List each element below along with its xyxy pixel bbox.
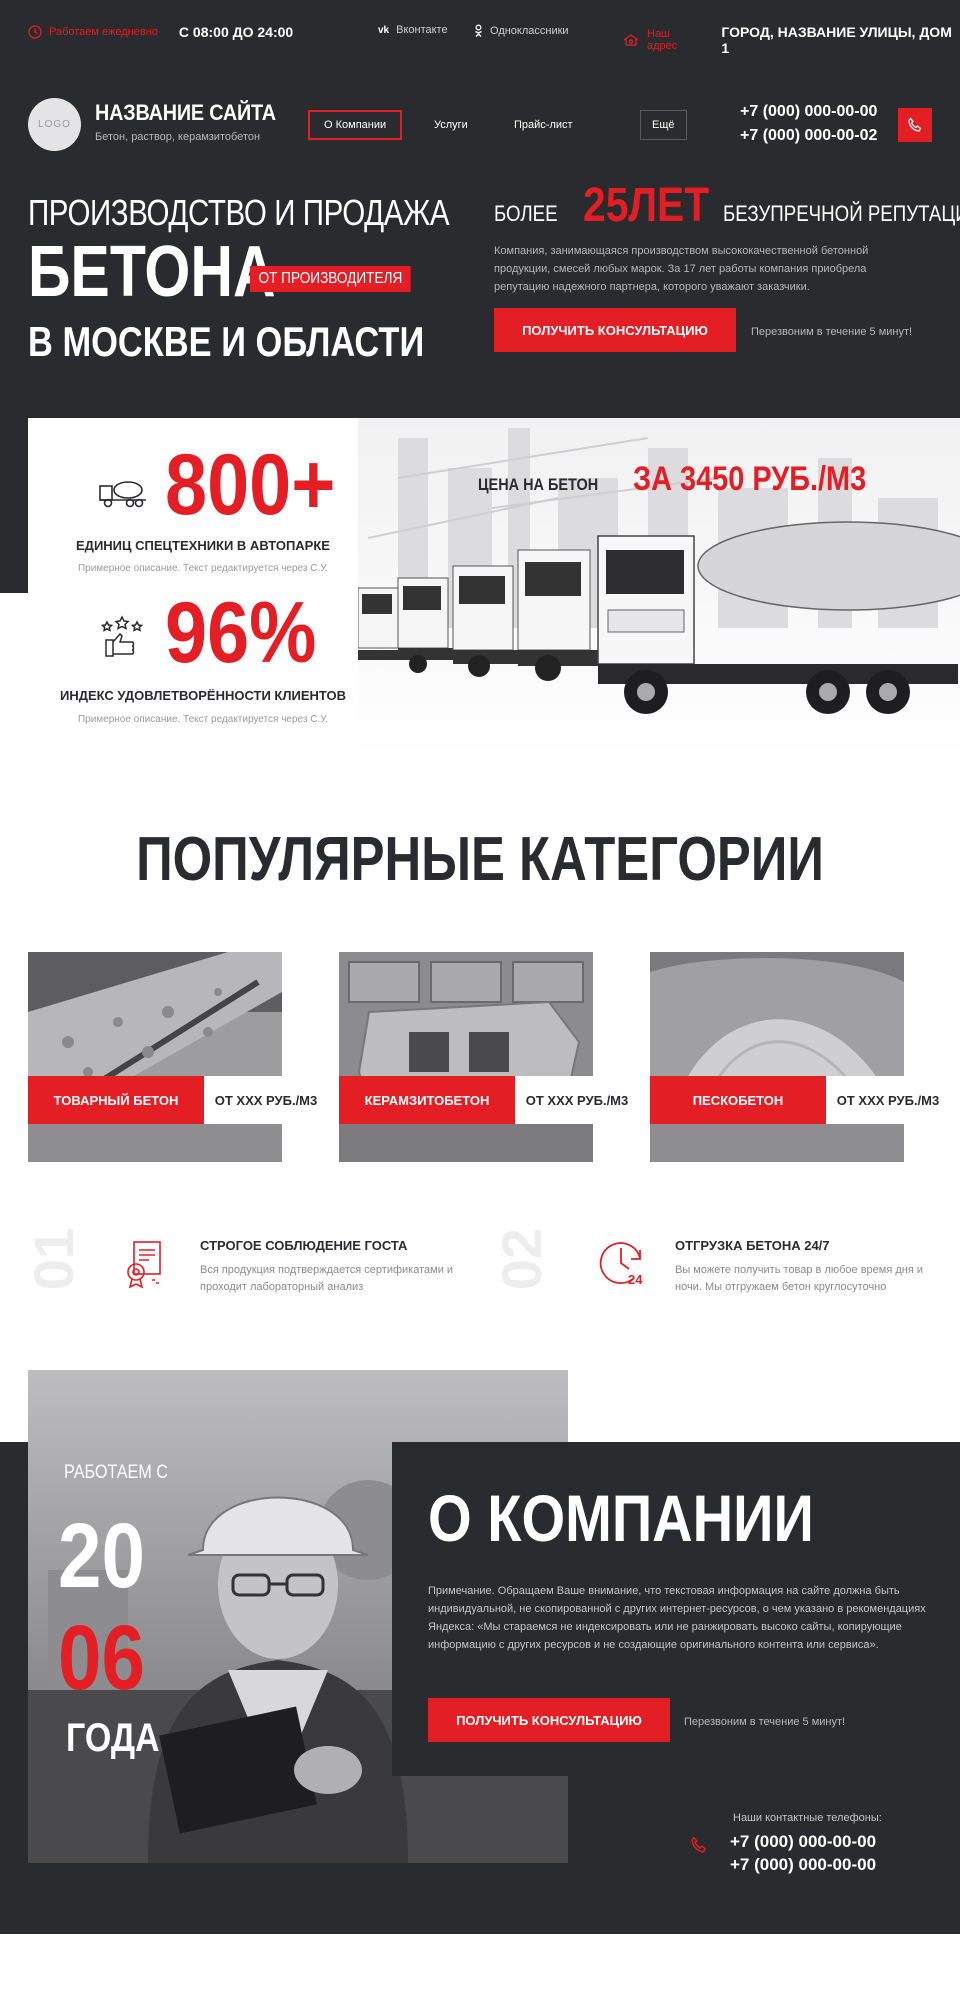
- stat-fleet-value: 800+: [165, 437, 336, 533]
- feature-number-2: 02: [490, 1228, 553, 1291]
- category-card-claydite[interactable]: КЕРАМЗИТОБЕТОН ОТ XXX РУБ./М3: [339, 952, 639, 1162]
- category-name-claydite: КЕРАМЗИТОБЕТОН: [339, 1076, 515, 1124]
- ok-label: Одноклассники: [490, 24, 569, 37]
- category-card-sand-concrete[interactable]: ПЕСКОБЕТОН ОТ XXX РУБ./М3: [650, 952, 950, 1162]
- category-image-sand-concrete: [650, 952, 904, 1162]
- clock-icon: [28, 25, 42, 39]
- concrete-price-label: ЦЕНА НА БЕТОН: [478, 475, 599, 494]
- about-callback-note: Перезвоним в течение 5 минут!: [684, 1716, 846, 1728]
- work-hours-label: Работаем ежедневно: [49, 26, 158, 38]
- address: Наш адрес ГОРОД, НАЗВАНИЕ УЛИЦЫ, ДОМ 1: [622, 24, 960, 56]
- nav-more[interactable]: Ещё: [640, 110, 687, 140]
- stat-satisfaction-desc: Примерное описание. Текст редактируется …: [77, 714, 329, 725]
- vk-link[interactable]: vk Вконтакте: [378, 24, 448, 36]
- stat-satisfaction-value: 96%: [165, 585, 317, 681]
- phone-icon: [907, 117, 923, 133]
- concrete-price-value: ЗА 3450 РУБ./М3: [633, 460, 867, 498]
- hero-title-line-3: В МОСКВЕ И ОБЛАСТИ: [28, 318, 425, 365]
- address-label: Наш адрес: [647, 28, 678, 52]
- nav-services[interactable]: Услуги: [420, 110, 482, 140]
- dark-accent-tab: [0, 418, 28, 593]
- experience-years: 25ЛЕТ: [582, 179, 709, 232]
- category-price-ready-mix: ОТ XXX РУБ./М3: [204, 1076, 328, 1124]
- logo[interactable]: LOGO: [28, 98, 81, 151]
- since-year-bottom: 06: [58, 1607, 145, 1709]
- hero-badge: ОТ ПРОИЗВОДИТЕЛЯ: [250, 266, 411, 292]
- header-phones: +7 (000) 000-00-00 +7 (000) 000-00-02: [740, 100, 877, 148]
- hero-title-line-1: ПРОИЗВОДСТВО И ПРОДАЖА: [28, 192, 450, 233]
- site-description: Бетон, раствор, керамзитобетон: [95, 131, 261, 143]
- category-image-ready-mix: [28, 952, 282, 1162]
- concrete-mixer-icon: [98, 476, 148, 508]
- category-name-ready-mix: ТОВАРНЫЙ БЕТОН: [28, 1076, 204, 1124]
- certificate-icon: [120, 1238, 172, 1290]
- stat-fleet-label: ЕДИНИЦ СПЕЦТЕХНИКИ В АВТОПАРКЕ: [76, 538, 330, 553]
- header-phone-1[interactable]: +7 (000) 000-00-00: [740, 100, 877, 124]
- ok-link[interactable]: Одноклассники: [474, 24, 569, 37]
- svg-text:24: 24: [628, 1272, 643, 1287]
- contacts-phones: +7 (000) 000-00-00 +7 (000) 000-00-00: [730, 1830, 876, 1876]
- concrete-price: ЦЕНА НА БЕТОН ЗА 3450 РУБ./М3: [478, 460, 908, 499]
- vk-icon: vk: [378, 24, 390, 36]
- work-hours-value: С 08:00 ДО 24:00: [178, 24, 294, 40]
- stat-satisfaction-label: ИНДЕКС УДОВЛЕТВОРЁННОСТИ КЛИЕНТОВ: [60, 688, 346, 703]
- contacts-phone-2[interactable]: +7 (000) 000-00-00: [730, 1853, 876, 1876]
- feature-title-1: СТРОГОЕ СОБЛЮДЕНИЕ ГОСТА: [200, 1238, 408, 1253]
- feature-desc-2: Вы можете получить товар в любое время д…: [675, 1264, 924, 1293]
- header-phone-2[interactable]: +7 (000) 000-00-02: [740, 124, 877, 148]
- callback-button[interactable]: [898, 108, 932, 142]
- experience-description: Компания, занимающаяся производством выс…: [494, 245, 869, 293]
- hero-title-line-2: БЕТОНА: [28, 232, 276, 312]
- location-icon: [622, 33, 640, 47]
- about-consult-button[interactable]: ПОЛУЧИТЬ КОНСУЛЬТАЦИЮ: [428, 1698, 670, 1742]
- hero-callback-note: Перезвоним в течение 5 минут!: [751, 326, 913, 338]
- feature-title-2: ОТГРУЗКА БЕТОНА 24/7: [675, 1238, 830, 1253]
- experience-suffix: БЕЗУПРЕЧНОЙ РЕПУТАЦИИ: [723, 201, 960, 226]
- hero-consult-button[interactable]: ПОЛУЧИТЬ КОНСУЛЬТАЦИЮ: [494, 308, 736, 352]
- category-price-claydite: ОТ XXX РУБ./М3: [515, 1076, 639, 1124]
- category-name-sand-concrete: ПЕСКОБЕТОН: [650, 1076, 826, 1124]
- ok-icon: [474, 24, 483, 37]
- experience-prefix: БОЛЕЕ: [494, 201, 558, 226]
- stats-section: 800+ ЕДИНИЦ СПЕЦТЕХНИКИ В АВТОПАРКЕ Прим…: [28, 418, 960, 758]
- site-name[interactable]: НАЗВАНИЕ САЙТА: [95, 100, 276, 126]
- work-hours: Работаем ежедневно С 08:00 ДО 24:00: [28, 24, 293, 40]
- vk-label: Вконтакте: [396, 24, 448, 36]
- address-value: ГОРОД, НАЗВАНИЕ УЛИЦЫ, ДОМ 1: [721, 24, 952, 56]
- category-card-ready-mix[interactable]: ТОВАРНЫЙ БЕТОН ОТ XXX РУБ./М3: [28, 952, 328, 1162]
- category-price-sand-concrete: ОТ XXX РУБ./М3: [826, 1076, 950, 1124]
- about-text: Примечание. Обращаем Ваше внимание, что …: [428, 1585, 926, 1651]
- since-year-top: 20: [58, 1505, 145, 1607]
- contacts-phone-1[interactable]: +7 (000) 000-00-00: [730, 1830, 876, 1853]
- feature-number-1: 01: [22, 1228, 85, 1291]
- nav-about[interactable]: О Компании: [308, 110, 403, 140]
- stat-fleet-desc: Примерное описание. Текст редактируется …: [77, 563, 329, 574]
- site-header: LOGO НАЗВАНИЕ САЙТА Бетон, раствор, кера…: [0, 94, 960, 158]
- phone-icon: [690, 1836, 708, 1854]
- feature-desc-1: Вся продукция подтверждается сертификата…: [200, 1264, 454, 1293]
- since-label: РАБОТАЕМ С: [64, 1462, 168, 1483]
- about-title: О КОМПАНИИ: [428, 1481, 814, 1555]
- category-image-claydite: [339, 952, 593, 1162]
- categories-title: ПОПУЛЯРНЫЕ КАТЕГОРИИ: [136, 825, 824, 894]
- nav-price-list[interactable]: Прайс-лист: [500, 110, 587, 140]
- rating-thumb-icon: [96, 614, 148, 660]
- topbar: Работаем ежедневно С 08:00 ДО 24:00 vk В…: [0, 0, 960, 66]
- since-suffix: ГОДА: [66, 1716, 160, 1760]
- clock-24-icon: 24: [594, 1236, 648, 1290]
- experience-headline: БОЛЕЕ 25ЛЕТ БЕЗУПРЕЧНОЙ РЕПУТАЦИИ: [494, 178, 960, 233]
- contacts-label: Наши контактные телефоны:: [733, 1812, 882, 1824]
